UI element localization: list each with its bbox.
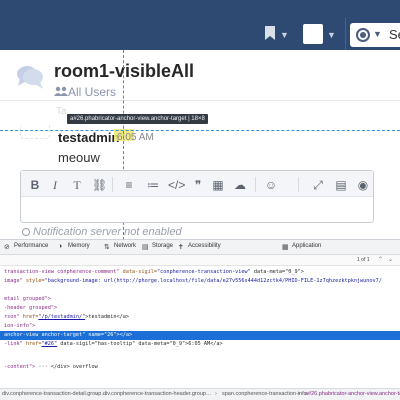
dom-node-line[interactable]: transaction-view conpherence-comment" da… (0, 268, 400, 277)
dom-attr-name: style= (22, 278, 45, 284)
performance-tab-icon: ⊘ (4, 244, 10, 251)
dom-tag-text: etail grouped"> (4, 296, 51, 302)
dom-tag-text: image" (4, 278, 23, 284)
emoji-icon[interactable]: ☺ (264, 178, 278, 192)
dom-attr-name: name= (85, 332, 104, 338)
dom-node-line[interactable]: image" style="background-image: url(http… (0, 277, 400, 286)
tab-memory[interactable]: Memory (68, 243, 90, 249)
tab-accessibility[interactable]: Accessibility (188, 243, 221, 249)
dom-tag-text: rson" (4, 314, 20, 320)
dom-tag-text: -content"> (4, 364, 36, 370)
breadcrumb-item[interactable]: div.conpherence-transaction-header.group… (103, 391, 211, 397)
dom-tag-text: -header grouped"> (4, 305, 58, 311)
dom-tail-text: ··· </div> overflow (35, 364, 98, 370)
toolbar-separator (255, 177, 256, 192)
fullscreen-icon[interactable]: ⤢ (311, 178, 325, 192)
dom-attr-name: href= (19, 314, 39, 320)
tab-network[interactable]: Network (114, 243, 136, 249)
dom-node-line[interactable]: ion-info"> (0, 322, 400, 331)
dom-tail-text: data-sigil="has-tooltip" data-meta="0_9"… (57, 341, 223, 347)
bulleted-list-icon[interactable]: ≡ (122, 178, 136, 192)
users-icon (54, 86, 68, 96)
dom-tag-text: anchor-view anchor-target" (4, 332, 86, 338)
application-tab-icon: ▦ (282, 244, 289, 251)
dom-node-line[interactable]: rson" href="/p/testadmin/">testadmin</a> (0, 313, 400, 322)
quote-icon[interactable]: ❞ (191, 178, 205, 192)
next-result-icon[interactable]: ⌄ (388, 256, 393, 263)
dom-node-line[interactable]: -content"> ··· </div> overflow (0, 363, 400, 372)
breadcrumb-separator-icon: › (96, 391, 98, 397)
dom-attr-name: href= (22, 341, 42, 347)
dom-attr-value: "conpherence-transaction-view" (157, 269, 251, 275)
dom-tail-text: ></a> (116, 332, 133, 338)
devtools-search-bar[interactable] (0, 255, 400, 266)
breadcrumb-item[interactable]: span.conpherence-transaction-info (222, 391, 307, 397)
dom-node-line[interactable] (0, 286, 400, 295)
code-icon[interactable]: </> (168, 178, 185, 192)
breadcrumb-separator-icon: › (215, 391, 217, 397)
notification-status: Notification server not enabled (33, 226, 182, 238)
table-icon[interactable]: ▦ (211, 178, 225, 192)
inspector-tooltip: a#26.phabricator-anchor-view.anchor-targ… (67, 114, 208, 124)
search-label: Se (389, 27, 400, 42)
search-scope-button[interactable]: ▼ Se (350, 23, 400, 47)
network-tab-icon: ⇅ (104, 244, 110, 251)
upload-icon[interactable]: ☁ (233, 178, 247, 192)
monospace-icon[interactable]: T (70, 178, 84, 192)
storage-tab-icon: ▤ (142, 244, 149, 251)
chevron-down-icon: ▼ (373, 29, 382, 39)
dom-attr-name: " data-sigil= (116, 269, 158, 275)
dom-tag-text: transaction-view conpherence-comment (4, 269, 117, 275)
search-result-count: 1 of 1 (357, 257, 370, 263)
dom-tag-text: ion-info"> (4, 323, 36, 329)
comment-author[interactable]: testadmin (58, 130, 119, 145)
chevron-down-icon[interactable]: ▼ (280, 30, 289, 40)
memory-tab-icon: ◑ (58, 243, 63, 250)
dom-attr-value: "background-image: url(http://phorge.loc… (44, 278, 382, 284)
numbered-list-icon[interactable]: ≔ (146, 178, 160, 192)
breadcrumb-item[interactable]: div.conpherence-transaction-detail.group… (2, 391, 107, 397)
previous-result-icon[interactable]: ⌃ (378, 256, 383, 263)
dom-node-line[interactable]: etail grouped"> (0, 295, 400, 304)
top-nav-bar (0, 0, 400, 50)
inspector-guide-horizontal (0, 130, 400, 131)
breadcrumb-item[interactable]: a#26.phabricator-anchor-view.anchor-targ… (305, 391, 400, 397)
bold-icon[interactable]: B (28, 178, 42, 192)
preview-icon[interactable]: ◉ (356, 178, 370, 192)
dom-tag-text: -link" (4, 341, 23, 347)
breadcrumb-separator-icon: › (298, 391, 300, 397)
tab-storage[interactable]: Storage (152, 243, 173, 249)
chat-bubbles-icon (17, 66, 43, 89)
comment-textarea[interactable] (26, 200, 368, 220)
dom-attr-value: "/p/testadmin/" (38, 314, 86, 320)
comment-message: meouw (58, 150, 100, 165)
toolbar-separator (298, 177, 299, 192)
header-divider (0, 100, 400, 101)
tab-performance[interactable]: Performance (14, 243, 48, 249)
link-icon[interactable]: ⛓ (92, 178, 107, 192)
dom-attr-value: "#26" (41, 341, 58, 347)
room-participants[interactable]: All Users (68, 85, 116, 99)
dom-node-line[interactable]: -header grouped"> (0, 304, 400, 313)
nav-divider (345, 18, 346, 52)
author-avatar[interactable] (20, 125, 50, 139)
notification-status-icon (22, 228, 30, 236)
dom-node-selected[interactable]: anchor-view anchor-target" name="26"></a… (0, 331, 400, 340)
toolbar-separator (112, 177, 113, 192)
tab-application[interactable]: Application (292, 243, 321, 249)
remarkup-help-icon[interactable]: ▤ (334, 178, 348, 192)
search-scope-icon (356, 28, 370, 42)
user-avatar[interactable] (303, 24, 323, 44)
bookmark-icon[interactable] (264, 26, 276, 40)
dom-attr-value: "26" (103, 332, 117, 338)
italic-icon[interactable]: I (48, 178, 62, 192)
dom-tail-text: data-meta="0_9"> (250, 269, 304, 275)
accessibility-tab-icon: ✝ (178, 244, 184, 251)
chevron-down-icon[interactable]: ▼ (327, 30, 336, 40)
room-title: room1-visibleAll (54, 61, 195, 81)
dom-tail-text: >testadmin</a> (85, 314, 129, 320)
obscured-caption: Ta (56, 106, 67, 117)
dom-node-line[interactable]: -link" href="#26" data-sigil="has-toolti… (0, 340, 400, 349)
